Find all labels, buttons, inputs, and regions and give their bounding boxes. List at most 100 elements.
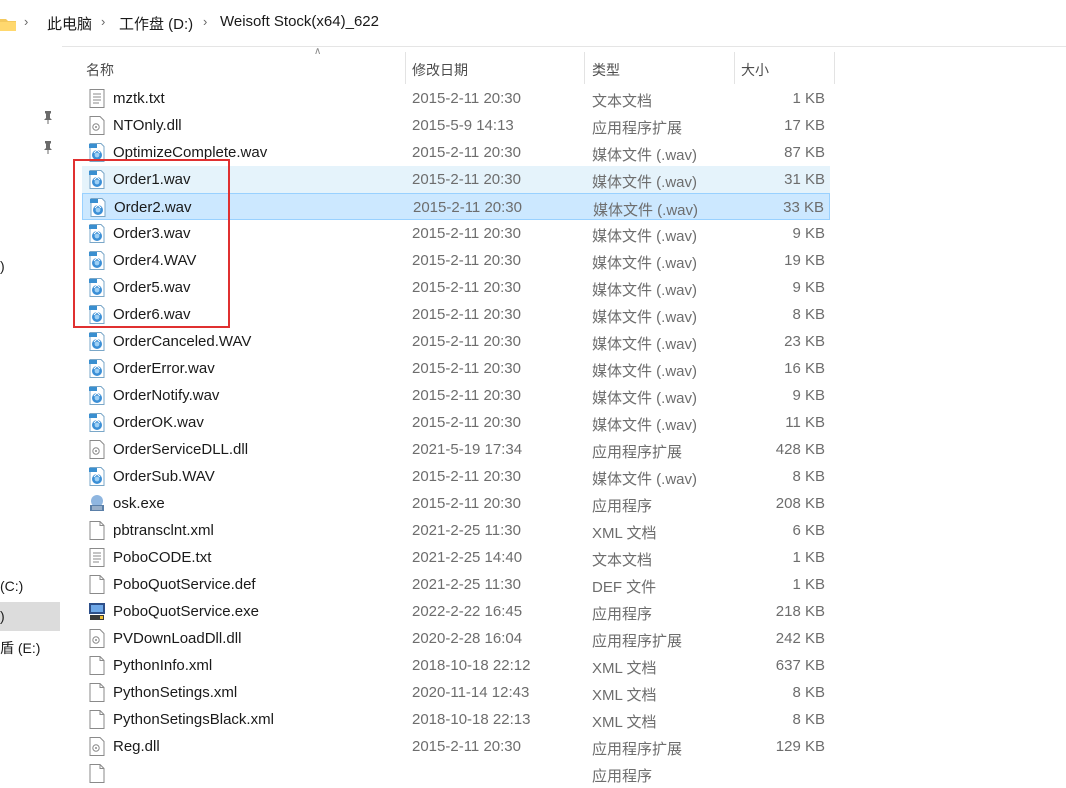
file-size: 23 KB — [784, 333, 825, 350]
file-type: 应用程序扩展 — [592, 444, 683, 461]
column-date[interactable]: 修改日期 — [412, 60, 468, 80]
file-size: 9 KB — [792, 387, 825, 404]
file-row[interactable]: Order3.wav 2015-2-11 20:30 媒体文件 (.wav) 9 KB — [82, 220, 830, 247]
breadcrumb-this-pc[interactable]: 此电脑 — [47, 13, 92, 34]
file-row[interactable]: Reg.dll 2015-2-11 20:30 应用程序扩展 129 KB — [82, 733, 830, 760]
dll-file-icon — [88, 629, 106, 648]
file-date-modified: 2022-2-22 16:45 — [412, 603, 523, 620]
file-row[interactable]: OrderServiceDLL.dll 2021-5-19 17:34 应用程序扩展… — [82, 436, 830, 463]
file-row[interactable]: PoboQuotService.def 2021-2-25 11:30 DEF 文件… — [82, 571, 830, 598]
file-row[interactable]: PoboCODE.txt 2021-2-25 14:40 文本文档 1 KB — [82, 544, 830, 571]
nav-item-drive-c[interactable]: (C:) — [0, 578, 23, 594]
file-size: 428 KB — [775, 441, 825, 458]
file-type: 媒体文件 (.wav) — [592, 228, 698, 245]
address-bar[interactable]: › 此电脑 › 工作盘 (D:) › Weisoft Stock(x64)_62… — [0, 0, 1066, 47]
wav-file-icon — [89, 198, 107, 217]
file-name: PythonSetingsBlack.xml — [113, 711, 274, 728]
text-file-icon — [88, 548, 106, 567]
file-type: 应用程序 — [592, 768, 653, 785]
file-date-modified: 2021-2-25 14:40 — [412, 549, 523, 566]
file-row[interactable]: OptimizeComplete.wav 2015-2-11 20:30 媒体文件 … — [82, 139, 830, 166]
blank-file-icon — [88, 656, 106, 675]
column-header: ∧ 名称 修改日期 类型 大小 — [78, 46, 835, 84]
file-type: 媒体文件 (.wav) — [592, 336, 698, 353]
column-size[interactable]: 大小 — [741, 60, 769, 80]
file-row[interactable]: OrderNotify.wav 2015-2-11 20:30 媒体文件 (.wav… — [82, 382, 830, 409]
nav-item-drive-d[interactable]: ) — [0, 608, 5, 624]
file-row[interactable]: pbtransclnt.xml 2021-2-25 11:30 XML 文档 6 KB — [82, 517, 830, 544]
file-type: 媒体文件 (.wav) — [592, 363, 698, 380]
file-name: Order3.wav — [113, 225, 191, 242]
file-row[interactable]: 应用程序 — [82, 760, 830, 787]
chevron-right-icon[interactable]: › — [24, 14, 28, 29]
blank-file-icon — [88, 683, 106, 702]
column-divider[interactable] — [584, 52, 585, 84]
file-name: mztk.txt — [113, 90, 165, 107]
blank-file-icon — [88, 710, 106, 729]
column-divider[interactable] — [405, 52, 406, 84]
file-size: 8 KB — [792, 306, 825, 323]
file-name: NTOnly.dll — [113, 117, 182, 134]
file-row[interactable]: PythonSetingsBlack.xml 2018-10-18 22:13 XM… — [82, 706, 830, 733]
wav-file-icon — [88, 224, 106, 243]
navigation-pane: ) (C:) ) 盾 (E:) — [0, 46, 62, 768]
file-row[interactable]: OrderSub.WAV 2015-2-11 20:30 媒体文件 (.wav) 8 … — [82, 463, 830, 490]
file-date-modified: 2015-2-11 20:30 — [412, 468, 521, 485]
breadcrumb-folder[interactable]: Weisoft Stock(x64)_622 — [220, 13, 379, 30]
file-row[interactable]: Order6.wav 2015-2-11 20:30 媒体文件 (.wav) 8 KB — [82, 301, 830, 328]
pin-icon[interactable] — [42, 140, 54, 154]
chevron-right-icon[interactable]: › — [203, 14, 207, 29]
file-row[interactable]: OrderCanceled.WAV 2015-2-11 20:30 媒体文件 (.w… — [82, 328, 830, 355]
breadcrumb-drive-d[interactable]: 工作盘 (D:) — [119, 13, 193, 34]
file-type: XML 文档 — [592, 687, 657, 704]
column-divider[interactable] — [834, 52, 835, 84]
file-size: 637 KB — [775, 657, 825, 674]
file-row[interactable]: OrderOK.wav 2015-2-11 20:30 媒体文件 (.wav) 11 … — [82, 409, 830, 436]
file-row[interactable]: PythonSetings.xml 2020-11-14 12:43 XML 文档 8… — [82, 679, 830, 706]
file-size: 16 KB — [784, 360, 825, 377]
file-row[interactable]: osk.exe 2015-2-11 20:30 应用程序 208 KB — [82, 490, 830, 517]
file-row[interactable]: NTOnly.dll 2015-5-9 14:13 应用程序扩展 17 KB — [82, 112, 830, 139]
file-size: 33 KB — [783, 199, 824, 216]
file-type: 媒体文件 (.wav) — [592, 255, 698, 272]
file-type: XML 文档 — [592, 525, 657, 542]
column-type[interactable]: 类型 — [592, 60, 620, 80]
file-row[interactable]: OrderError.wav 2015-2-11 20:30 媒体文件 (.wav)… — [82, 355, 830, 382]
file-date-modified: 2015-2-11 20:30 — [412, 495, 521, 512]
file-name: pbtransclnt.xml — [113, 522, 214, 539]
column-divider[interactable] — [734, 52, 735, 84]
file-type: 文本文档 — [592, 93, 653, 110]
nav-item-label[interactable]: ) — [0, 258, 5, 274]
file-row[interactable]: mztk.txt 2015-2-11 20:30 文本文档 1 KB — [82, 85, 830, 112]
file-size: 1 KB — [792, 549, 825, 566]
file-row[interactable]: PythonInfo.xml 2018-10-18 22:12 XML 文档 637 … — [82, 652, 830, 679]
file-date-modified: 2015-2-11 20:30 — [412, 225, 521, 242]
file-row[interactable]: PVDownLoadDll.dll 2020-2-28 16:04 应用程序扩展 24… — [82, 625, 830, 652]
file-row[interactable]: PoboQuotService.exe 2022-2-22 16:45 应用程序 21… — [82, 598, 830, 625]
pin-icon[interactable] — [42, 110, 54, 124]
nav-item-selected[interactable] — [0, 602, 60, 631]
file-date-modified: 2018-10-18 22:13 — [412, 711, 531, 728]
column-name[interactable]: 名称 — [86, 60, 114, 80]
file-type: 媒体文件 (.wav) — [592, 471, 698, 488]
file-name: OptimizeComplete.wav — [113, 144, 268, 161]
file-date-modified: 2015-2-11 20:30 — [413, 199, 522, 216]
file-row[interactable]: Order2.wav 2015-2-11 20:30 媒体文件 (.wav) 33 K… — [82, 193, 830, 220]
chevron-right-icon[interactable]: › — [101, 14, 105, 29]
file-date-modified: 2015-2-11 20:30 — [412, 360, 521, 377]
file-size: 9 KB — [792, 225, 825, 242]
nav-item-drive-e[interactable]: 盾 (E:) — [0, 638, 40, 658]
keyboard-app-icon — [88, 494, 106, 513]
service-app-icon — [88, 602, 106, 621]
wav-file-icon — [88, 386, 106, 405]
file-row[interactable]: Order1.wav 2015-2-11 20:30 媒体文件 (.wav) 31 K… — [82, 166, 830, 193]
file-date-modified: 2015-2-11 20:30 — [412, 279, 521, 296]
file-row[interactable]: Order5.wav 2015-2-11 20:30 媒体文件 (.wav) 9 KB — [82, 274, 830, 301]
file-date-modified: 2015-2-11 20:30 — [412, 333, 521, 350]
file-date-modified: 2020-2-28 16:04 — [412, 630, 523, 647]
file-date-modified: 2015-5-9 14:13 — [412, 117, 514, 134]
wav-file-icon — [88, 332, 106, 351]
file-name: OrderCanceled.WAV — [113, 333, 252, 350]
blank-file-icon — [88, 521, 106, 540]
file-row[interactable]: Order4.WAV 2015-2-11 20:30 媒体文件 (.wav) 19 K… — [82, 247, 830, 274]
